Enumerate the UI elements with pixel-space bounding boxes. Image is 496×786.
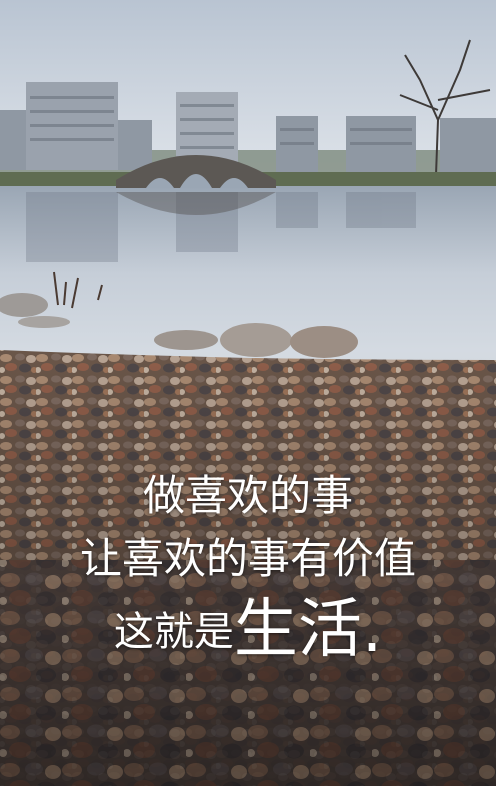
caption-line-3-prefix: 这就是 bbox=[113, 609, 234, 655]
caption-line-2: 让喜欢的事有价值 bbox=[79, 534, 416, 583]
caption-line-3-emphasis: 生活. bbox=[233, 593, 383, 667]
caption-line-1: 做喜欢的事 bbox=[142, 471, 353, 520]
caption-line-3: 这就是生活. bbox=[0, 578, 496, 670]
